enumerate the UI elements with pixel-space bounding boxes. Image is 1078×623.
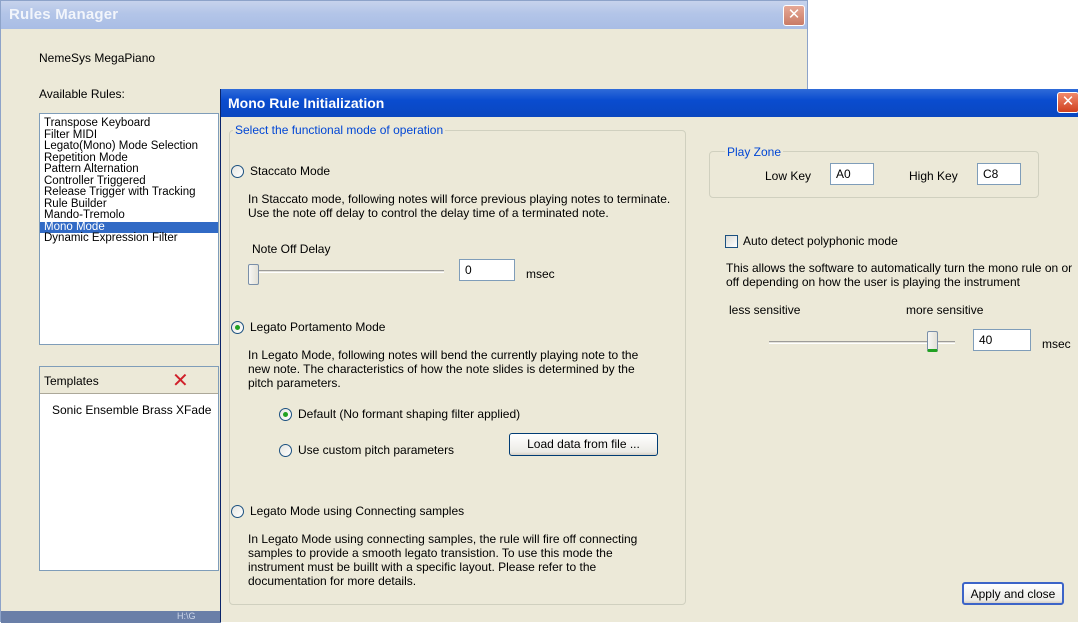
high-key-label: High Key (909, 169, 958, 183)
mono-rule-dialog: Mono Rule Initialization ✕ Select the fu… (220, 89, 1078, 622)
dialog-title: Mono Rule Initialization (228, 95, 385, 111)
sensitivity-input[interactable]: 40 (973, 329, 1031, 351)
apply-and-close-button[interactable]: Apply and close (962, 582, 1064, 605)
templates-header: Templates ✕ (40, 367, 218, 394)
low-key-input[interactable]: A0 (830, 163, 874, 185)
legato-connecting-radio[interactable] (231, 505, 244, 518)
template-item[interactable]: Sonic Ensemble Brass XFade (52, 403, 211, 417)
mode-group-caption: Select the functional mode of operation (233, 123, 446, 137)
note-off-delay-label: Note Off Delay (252, 242, 331, 256)
dialog-close-button[interactable]: ✕ (1057, 92, 1078, 113)
legato-portamento-label[interactable]: Legato Portamento Mode (250, 320, 385, 334)
auto-detect-checkbox[interactable] (725, 235, 738, 248)
status-strip: H:\G (1, 611, 221, 623)
rules-manager-titlebar[interactable]: Rules Manager ✕ (1, 1, 807, 29)
rule-list-item[interactable]: Pattern Alternation (40, 163, 218, 176)
note-off-delay-slider-track[interactable] (254, 270, 444, 273)
note-off-delay-unit: msec (526, 267, 555, 281)
dialog-titlebar[interactable]: Mono Rule Initialization ✕ (221, 89, 1078, 117)
templates-label: Templates (44, 374, 99, 388)
rule-list-item[interactable]: Transpose Keyboard (40, 117, 218, 130)
staccato-radio[interactable] (231, 165, 244, 178)
default-pitch-label[interactable]: Default (No formant shaping filter appli… (298, 407, 520, 421)
available-rules-label: Available Rules: (39, 87, 125, 101)
sensitivity-unit: msec (1042, 337, 1071, 351)
status-fragment: H:\G (177, 611, 196, 621)
product-name: NemeSys MegaPiano (39, 51, 156, 65)
rules-manager-close-button[interactable]: ✕ (783, 5, 805, 26)
rules-list[interactable]: Transpose Keyboard Filter MIDI Legato(Mono… (39, 113, 219, 345)
legato-portamento-radio[interactable] (231, 321, 244, 334)
auto-detect-description: This allows the software to automaticall… (726, 261, 1073, 289)
play-zone-caption: Play Zone (725, 145, 784, 159)
less-sensitive-label: less sensitive (729, 303, 801, 317)
rule-list-item[interactable]: Mando-Tremolo (40, 209, 218, 222)
load-data-button[interactable]: Load data from file ... (509, 433, 658, 456)
more-sensitive-label: more sensitive (906, 303, 984, 317)
rule-list-item[interactable]: Release Trigger with Tracking (40, 186, 218, 199)
legato-connecting-label[interactable]: Legato Mode using Connecting samples (250, 504, 464, 518)
default-pitch-radio[interactable] (279, 408, 292, 421)
rules-manager-title: Rules Manager (9, 6, 119, 23)
delete-template-icon[interactable]: ✕ (172, 368, 189, 393)
legato-connecting-description: In Legato Mode using connecting samples,… (248, 532, 638, 588)
note-off-delay-slider-thumb[interactable] (248, 264, 259, 285)
auto-detect-label[interactable]: Auto detect polyphonic mode (743, 234, 898, 248)
custom-pitch-label[interactable]: Use custom pitch parameters (298, 443, 454, 457)
rule-list-item[interactable]: Dynamic Expression Filter (40, 232, 218, 245)
legato-portamento-description: In Legato Mode, following notes will ben… (248, 348, 639, 390)
staccato-description: In Staccato mode, following notes will f… (248, 192, 671, 220)
low-key-label: Low Key (765, 169, 812, 183)
sensitivity-slider-thumb[interactable] (927, 331, 938, 352)
custom-pitch-radio[interactable] (279, 444, 292, 457)
rule-list-item[interactable]: Legato(Mono) Mode Selection (40, 140, 218, 153)
staccato-label[interactable]: Staccato Mode (250, 164, 330, 178)
templates-panel: Templates ✕ Sonic Ensemble Brass XFade (39, 366, 219, 571)
high-key-input[interactable]: C8 (977, 163, 1021, 185)
note-off-delay-input[interactable]: 0 (459, 259, 515, 281)
